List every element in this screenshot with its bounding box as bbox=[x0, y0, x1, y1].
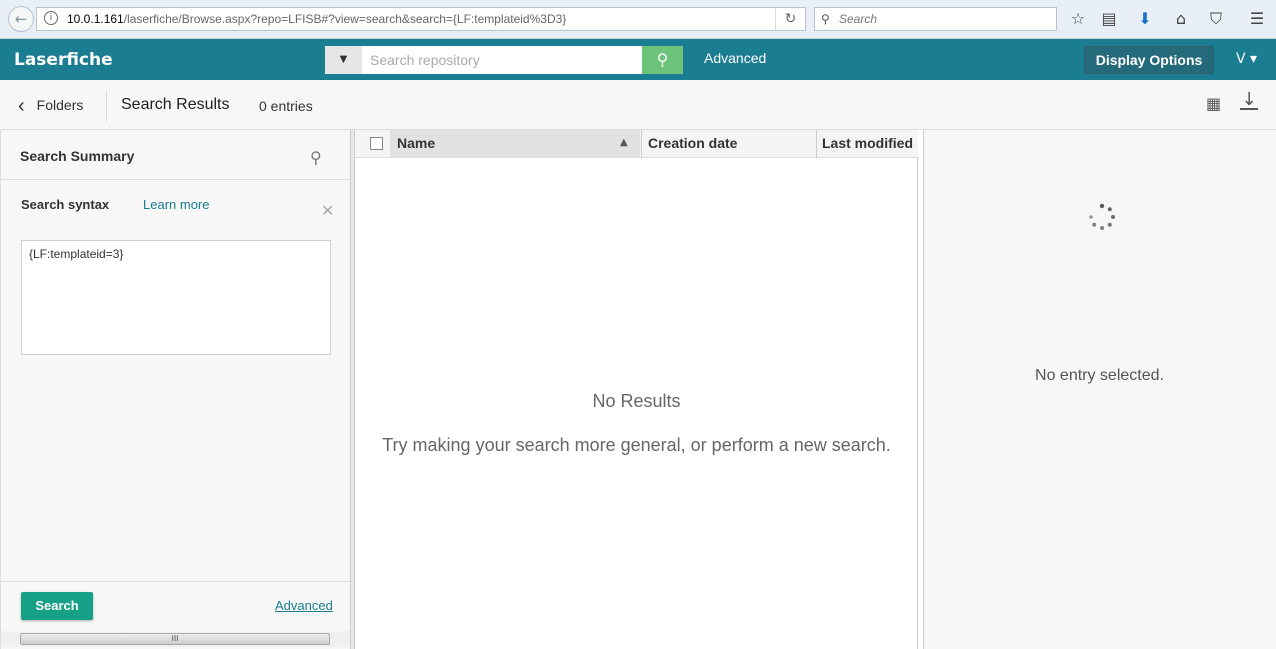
search-syntax-label: Search syntax bbox=[21, 197, 110, 212]
laserfiche-logo[interactable]: Laserfiche bbox=[14, 50, 113, 70]
scrollbar-thumb[interactable]: III bbox=[20, 633, 330, 645]
no-entry-selected: No entry selected. bbox=[1035, 367, 1164, 384]
divider bbox=[106, 90, 107, 122]
reading-list-icon[interactable]: ▤ bbox=[1098, 8, 1120, 30]
loading-spinner-icon bbox=[1089, 203, 1115, 230]
learn-more-link[interactable]: Learn more bbox=[143, 197, 209, 212]
entry-count: 0 entries bbox=[259, 98, 313, 114]
browser-search-placeholder: Search bbox=[839, 12, 878, 26]
divider bbox=[1, 581, 350, 582]
user-menu[interactable]: V ▾ bbox=[1236, 51, 1257, 67]
home-icon[interactable]: ⌂ bbox=[1170, 8, 1192, 30]
url-path: /laserfiche/Browse.aspx?repo=LFISB#?view… bbox=[123, 12, 567, 26]
url-bar[interactable]: 10.0.1.161/laserfiche/Browse.aspx?repo=L… bbox=[36, 7, 806, 31]
repository-search-input[interactable]: Search repository bbox=[362, 46, 642, 74]
no-results-tip: Try making your search more general, or … bbox=[382, 435, 891, 455]
sort-ascending-icon: ▲ bbox=[620, 137, 628, 148]
advanced-search-link[interactable]: Advanced bbox=[275, 598, 333, 613]
select-all-checkbox[interactable] bbox=[370, 137, 383, 150]
column-header-creation-date[interactable]: Creation date bbox=[641, 130, 816, 158]
pocket-icon[interactable]: ⛉ bbox=[1205, 8, 1227, 30]
no-results-message: No Results bbox=[592, 391, 681, 411]
search-icon: ⚲ bbox=[821, 12, 830, 26]
results-panel bbox=[355, 130, 918, 649]
pin-icon[interactable]: ⚲ bbox=[310, 148, 322, 167]
bookmark-star-icon[interactable]: ☆ bbox=[1067, 8, 1089, 30]
export-download-icon[interactable]: ↓ bbox=[1240, 91, 1258, 110]
info-icon[interactable]: i bbox=[44, 11, 58, 25]
folders-back-button[interactable]: ‹ Folders bbox=[18, 95, 83, 118]
chevron-left-icon: ‹ bbox=[18, 95, 25, 117]
menu-icon[interactable]: ☰ bbox=[1246, 8, 1268, 30]
divider bbox=[1, 179, 350, 180]
search-button[interactable]: Search bbox=[21, 592, 93, 620]
browser-back-button[interactable]: ← bbox=[8, 6, 34, 32]
display-options-button[interactable]: Display Options bbox=[1084, 46, 1214, 74]
search-summary-title: Search Summary bbox=[20, 148, 135, 164]
reload-icon[interactable]: ↻ bbox=[775, 8, 805, 30]
header-advanced-link[interactable]: Advanced bbox=[704, 50, 766, 66]
close-icon[interactable]: ✕ bbox=[321, 201, 334, 220]
folders-label: Folders bbox=[36, 97, 84, 113]
search-go-button[interactable]: ⚲ bbox=[642, 46, 683, 74]
column-header-name[interactable]: Name bbox=[390, 130, 640, 158]
column-header-last-modified[interactable]: Last modified bbox=[816, 130, 918, 158]
search-syntax-textarea[interactable]: {LF:templateid=3} bbox=[21, 240, 331, 355]
column-settings-icon[interactable]: ▦ bbox=[1206, 94, 1221, 113]
download-icon[interactable]: ⬇ bbox=[1134, 8, 1156, 30]
browser-search-input[interactable]: ⚲ Search bbox=[814, 7, 1057, 31]
page-title: Search Results bbox=[121, 96, 230, 113]
search-scope-dropdown[interactable]: ▼ bbox=[325, 46, 362, 74]
url-host: 10.0.1.161 bbox=[67, 12, 124, 26]
